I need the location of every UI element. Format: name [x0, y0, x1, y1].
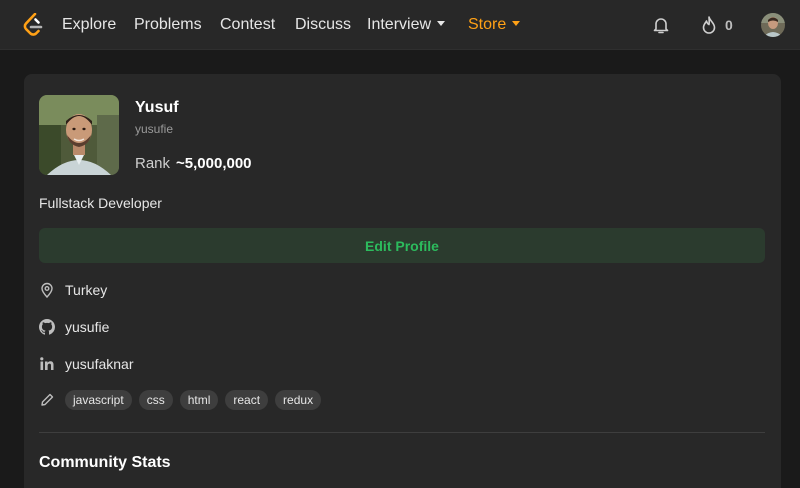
skill-tags: javascript css html react redux — [39, 390, 328, 410]
skill-tag[interactable]: javascript — [65, 390, 132, 410]
fire-icon[interactable] — [698, 14, 720, 36]
display-name: Yusuf — [135, 99, 179, 116]
skill-tag[interactable]: css — [138, 390, 173, 410]
rank-label: Rank — [135, 155, 171, 172]
nav-discuss[interactable]: Discuss — [295, 0, 351, 50]
divider — [39, 432, 765, 433]
skill-tag[interactable]: react — [225, 390, 269, 410]
bell-icon[interactable] — [650, 14, 672, 36]
streak-count: 0 — [725, 17, 733, 33]
linkedin-row[interactable]: yusufaknar — [39, 354, 133, 374]
nav-interview-label: Interview — [367, 16, 432, 33]
github-row[interactable]: yusufie — [39, 317, 109, 337]
profile-card: Yusuf yusufie Rank ~5,000,000 Fullstack D… — [24, 74, 781, 488]
profile-avatar[interactable] — [39, 95, 119, 175]
bio: Fullstack Developer — [39, 195, 162, 211]
skill-tag[interactable]: redux — [275, 390, 322, 410]
community-stats-heading: Community Stats — [39, 454, 171, 471]
edit-profile-button[interactable]: Edit Profile — [39, 228, 765, 263]
profile-photo-icon — [39, 95, 119, 175]
rank-value: ~5,000,000 — [176, 155, 252, 172]
leetcode-logo-icon[interactable] — [22, 13, 44, 37]
nav-explore[interactable]: Explore — [62, 0, 116, 50]
avatar-image-icon — [761, 13, 785, 37]
nav-contest[interactable]: Contest — [220, 0, 275, 50]
skill-tag[interactable]: html — [179, 390, 219, 410]
linkedin-icon — [40, 357, 54, 370]
location-pin-icon — [41, 282, 53, 298]
location-row: Turkey — [39, 280, 107, 300]
nav-store-label: Store — [468, 16, 507, 33]
github-icon — [39, 319, 55, 335]
nav-interview[interactable]: Interview — [367, 0, 446, 50]
linkedin-text: yusufaknar — [65, 356, 134, 372]
location-text: Turkey — [65, 282, 108, 298]
chevron-down-icon — [512, 21, 521, 26]
top-navbar: Explore Problems Contest Discuss Intervi… — [0, 0, 800, 50]
rank: Rank ~5,000,000 — [135, 155, 252, 172]
nav-store[interactable]: Store — [468, 0, 521, 50]
user-avatar[interactable] — [761, 13, 785, 37]
pencil-icon — [41, 393, 54, 406]
nav-problems[interactable]: Problems — [134, 0, 202, 50]
github-text: yusufie — [65, 319, 110, 335]
username: yusufie — [135, 122, 174, 136]
chevron-down-icon — [437, 21, 446, 26]
